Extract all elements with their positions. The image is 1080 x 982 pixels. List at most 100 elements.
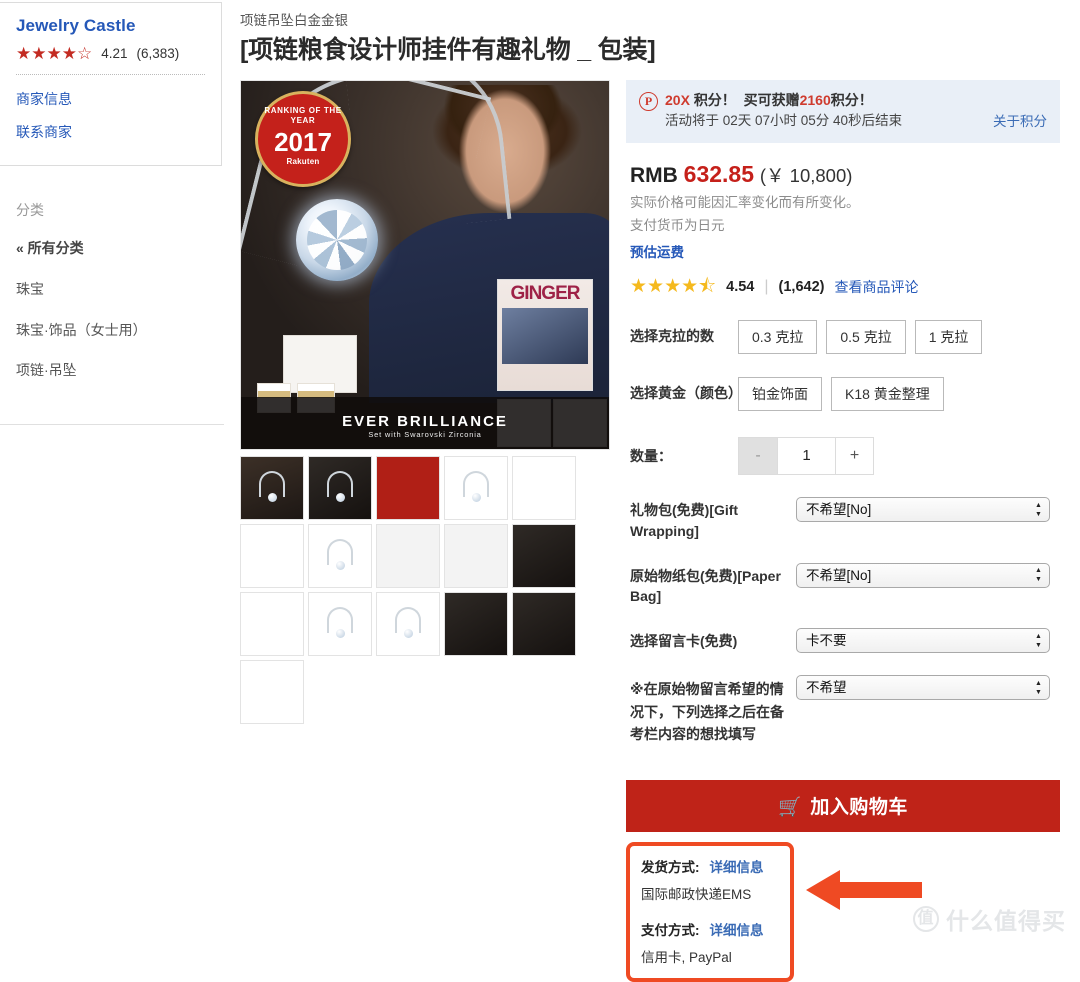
thumbnail-1[interactable] xyxy=(240,456,304,521)
select-message-note[interactable]: 不希望 xyxy=(796,675,1050,701)
price-jpy: (￥ 10,800) xyxy=(759,165,853,187)
select-gift-wrapping[interactable]: 不希望[No] xyxy=(796,497,1050,523)
category-nav: 分类 « 所有分类 珠宝 珠宝·饰品（女士用） 项链·吊坠 xyxy=(16,200,216,403)
page-title: [项链粮食设计师挂件有趣礼物 _ 包装] xyxy=(240,36,656,65)
main-content: 项链吊坠白金金银 [项链粮食设计师挂件有趣礼物 _ 包装] RANKING OF… xyxy=(240,0,1080,982)
carat-option-0.3[interactable]: 0.3 克拉 xyxy=(738,319,818,355)
payment-detail-link[interactable]: 详细信息 xyxy=(710,923,764,938)
price-currency: RMB xyxy=(630,164,678,188)
quantity-label: 数量： xyxy=(630,448,672,465)
points-p-icon: P xyxy=(639,92,658,112)
select-row-message-note: ※在原始物留言希望的情况下，下列选择之后在备考栏内容的想找填写 不希望 ▲ ▼ xyxy=(626,675,1060,745)
quantity-value[interactable]: 1 xyxy=(777,438,835,475)
quantity-increase-button[interactable]: + xyxy=(835,438,873,475)
thumbnail-10[interactable] xyxy=(512,524,576,589)
thumbnail-4[interactable] xyxy=(444,456,508,521)
purchase-panel: P 20X 积分！ 买可获赠2160积分！ 活动将于 02天 07小时 05分 … xyxy=(626,80,1060,982)
thumbnail-9[interactable] xyxy=(444,524,508,589)
contact-shop-link[interactable]: 联系商家 xyxy=(16,122,205,142)
shipping-method-value: 国际邮政快递EMS xyxy=(641,886,752,902)
option-choices-gold: 铂金饰面 K18 黄金整理 xyxy=(738,377,944,412)
rating-count: (1,642) xyxy=(778,278,825,295)
shop-rating-row: ★★★★☆ 4.21 (6,383) xyxy=(16,45,205,62)
payment-method-label: 支付方式: xyxy=(641,922,700,938)
select-label-paper-bag: 原始物纸包(免费)[Paper Bag] xyxy=(630,567,781,605)
payment-method-heading: 支付方式: 详细信息 xyxy=(641,919,779,939)
category-item-jewelry-accessories[interactable]: 珠宝·饰品（女士用） xyxy=(16,322,216,339)
shopping-cart-icon: 🛒 xyxy=(778,797,803,819)
shipping-method-label: 发货方式: xyxy=(641,859,700,875)
thumbnail-16[interactable] xyxy=(240,660,304,725)
thumbnail-11[interactable] xyxy=(240,592,304,657)
category-item-jewelry[interactable]: 珠宝 xyxy=(16,281,216,298)
points-countdown: 活动将于 02天 07小时 05分 40秒后结束 xyxy=(665,113,903,129)
option-choices-carat: 0.3 克拉 0.5 克拉 1 克拉 xyxy=(738,319,983,355)
thumbnail-15[interactable] xyxy=(512,592,576,657)
sidebar: Jewelry Castle ★★★★☆ 4.21 (6,383) 商家信息 联… xyxy=(0,0,224,946)
gold-option-platinum[interactable]: 铂金饰面 xyxy=(738,377,822,412)
option-row-carat: 选择克拉的数 0.3 克拉 0.5 克拉 1 克拉 xyxy=(626,319,1060,355)
shop-card: Jewelry Castle ★★★★☆ 4.21 (6,383) 商家信息 联… xyxy=(0,2,222,166)
magazine-cover: GINGER xyxy=(497,279,593,392)
select-label-message-note: ※在原始物留言希望的情况下，下列选择之后在备考栏内容的想找填写 xyxy=(630,681,784,743)
select-paper-bag[interactable]: 不希望[No] xyxy=(796,562,1050,588)
points-earn-suffix: 积分！ xyxy=(830,92,873,109)
brand-name: EVER BRILLIANCE xyxy=(342,413,508,431)
hero-image[interactable]: RANKING OF THE YEAR 2017 Rakuten GINGER xyxy=(240,80,610,451)
points-earn-prefix: 买可获赠 xyxy=(743,92,800,109)
add-to-cart-button[interactable]: 🛒 加入购物车 xyxy=(626,779,1060,832)
rating-stars-icon: ★★★★⯪ xyxy=(630,276,717,298)
select-wrap-paper-bag: 不希望[No] ▲ ▼ xyxy=(796,562,1050,588)
thumbnail-5[interactable] xyxy=(512,456,576,521)
shipping-payment-box: 发货方式: 详细信息 国际邮政快递EMS 支付方式: 详细信息 信用卡, PayPa… xyxy=(626,841,794,982)
divider xyxy=(16,73,205,75)
thumbnail-3[interactable] xyxy=(376,456,440,521)
carat-option-1[interactable]: 1 克拉 xyxy=(914,319,983,355)
add-to-cart-label: 加入购物车 xyxy=(810,797,908,819)
carat-option-0.5[interactable]: 0.5 克拉 xyxy=(826,319,906,355)
quantity-stepper[interactable]: - 1 + xyxy=(738,437,874,476)
thumbnail-2[interactable] xyxy=(308,456,372,521)
breadcrumb: 项链吊坠白金金银 xyxy=(240,13,348,28)
points-headline: 20X 积分！ 买可获赠2160积分！ xyxy=(665,90,993,111)
magazine-photo xyxy=(502,308,588,365)
points-text: 20X 积分！ 买可获赠2160积分！ 活动将于 02天 07小时 05分 40… xyxy=(665,90,993,132)
shop-rating-value: 4.21 xyxy=(101,45,128,61)
price-note-exchange: 实际价格可能因汇率变化而有所变化。 xyxy=(630,195,860,211)
select-message-card[interactable]: 卡不要 xyxy=(796,628,1050,654)
select-row-paper-bag: 原始物纸包(免费)[Paper Bag] 不希望[No] ▲ ▼ xyxy=(626,562,1060,607)
category-heading: 分类 xyxy=(16,202,44,218)
price-block: RMB 632.85 (￥ 10,800) xyxy=(630,161,1060,188)
select-label-gift-wrapping: 礼物包(免费)[Gift Wrapping] xyxy=(630,502,739,539)
shop-rating-count: (6,383) xyxy=(136,45,180,61)
hero-brand-footer: EVER BRILLIANCE Set with Swarovski Zirco… xyxy=(241,397,609,450)
quantity-decrease-button[interactable]: - xyxy=(739,438,777,475)
category-item-necklace-pendant[interactable]: 项链·吊坠 xyxy=(16,362,216,379)
shipping-detail-link[interactable]: 详细信息 xyxy=(710,860,764,875)
select-row-gift-wrapping: 礼物包(免费)[Gift Wrapping] 不希望[No] ▲ ▼ xyxy=(626,497,1060,541)
thumbnail-13[interactable] xyxy=(376,592,440,657)
about-points-link[interactable]: 关于积分 xyxy=(993,110,1047,130)
select-wrap-gift-wrapping: 不希望[No] ▲ ▼ xyxy=(796,497,1050,523)
shipping-estimate-link[interactable]: 预估运费 xyxy=(630,241,1060,261)
points-label: 积分！ xyxy=(693,92,736,109)
thumbnail-6[interactable] xyxy=(240,524,304,589)
category-item-all[interactable]: « 所有分类 xyxy=(16,240,216,257)
shop-info-link[interactable]: 商家信息 xyxy=(16,89,205,109)
payment-method-value: 信用卡, PayPal xyxy=(641,949,732,965)
thumbnail-8[interactable] xyxy=(376,524,440,589)
gold-option-k18[interactable]: K18 黄金整理 xyxy=(831,377,944,412)
select-wrap-message-card: 卡不要 ▲ ▼ xyxy=(796,628,1050,654)
thumbnail-7[interactable] xyxy=(308,524,372,589)
rating-separator: | xyxy=(764,277,769,295)
magazine-title: GINGER xyxy=(510,283,581,305)
select-row-message-card: 选择留言卡(免费) 卡不要 ▲ ▼ xyxy=(626,628,1060,654)
shipping-method-heading: 发货方式: 详细信息 xyxy=(641,856,779,876)
thumbnail-12[interactable] xyxy=(308,592,372,657)
thumbnail-14[interactable] xyxy=(444,592,508,657)
ranking-badge-brand: Rakuten xyxy=(286,157,320,167)
necklace-chain-right xyxy=(344,81,512,235)
view-reviews-link[interactable]: 查看商品评论 xyxy=(834,277,918,297)
ranking-badge-title: RANKING OF THE YEAR xyxy=(264,106,342,126)
price-note-currency: 支付货币为日元 xyxy=(630,217,725,233)
